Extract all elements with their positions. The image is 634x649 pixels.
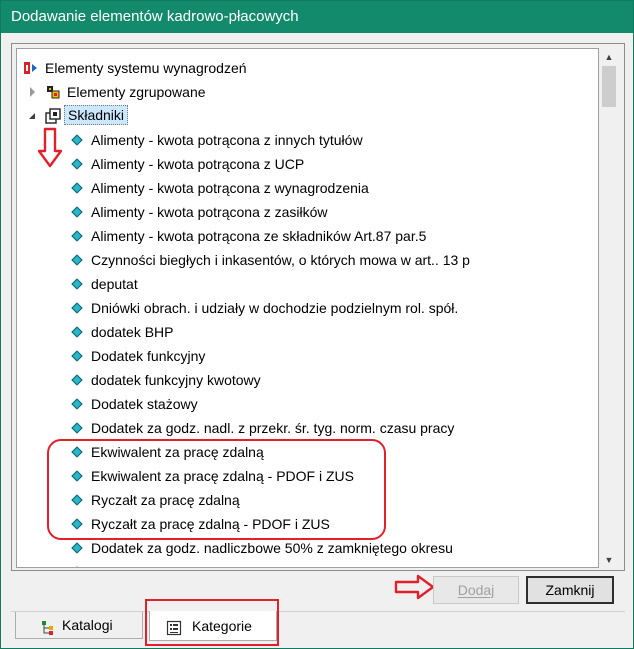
list-item-label: Alimenty - kwota potrącona z wynagrodzen… (91, 180, 369, 196)
category-icon (166, 618, 182, 645)
list-item[interactable]: Ryczałt za pracę zdalną - PDOF i ZUS (17, 513, 597, 535)
component-diamond-icon (71, 302, 83, 314)
list-item[interactable]: Dodatek za godz. nadl. z przekr. śr. tyg… (17, 417, 597, 439)
expand-arrow-icon[interactable] (30, 87, 35, 97)
vertical-scrollbar[interactable]: ▲ ▼ (600, 48, 618, 568)
tab-katalogi-label: Katalogi (62, 617, 113, 633)
list-item-label: Ryczałt za pracę zdalną (91, 492, 240, 508)
list-item-label: Alimenty - kwota potrącona z UCP (91, 156, 305, 172)
close-button-label: Zamknij (545, 582, 595, 598)
tab-kategorie[interactable]: Kategorie (149, 611, 277, 641)
component-diamond-icon (71, 494, 83, 506)
red-down-arrow-icon (37, 127, 63, 172)
list-item[interactable]: Alimenty - kwota potrącona z zasiłków (17, 201, 597, 223)
component-diamond-icon (71, 134, 83, 146)
list-item[interactable]: Dodatek stażowy (17, 393, 597, 415)
tab-katalogi[interactable]: Katalogi (15, 612, 143, 639)
list-item-label: Dodatek stażowy (91, 396, 198, 412)
list-item[interactable]: dodatek BHP (17, 321, 597, 343)
component-diamond-icon (71, 278, 83, 290)
payroll-system-icon (23, 60, 39, 76)
list-item[interactable]: Ekwiwalent za pracę zdalną (17, 441, 597, 463)
list-item-label: Dniówki obrach. i udziały w dochodzie po… (91, 300, 459, 316)
add-button-label: Dodaj (457, 582, 495, 598)
list-item[interactable]: Alimenty - kwota potrącona z UCP (17, 153, 597, 175)
list-item-label: Dodatek za godz. nadl. z przekr. śr. tyg… (91, 420, 455, 436)
catalog-icon (40, 618, 56, 645)
list-item-label: Alimenty - kwota potrącona z zasiłków (91, 204, 328, 220)
component-diamond-icon (71, 350, 83, 362)
list-item-label: Czynności biegłych i inkasentów, o który… (91, 252, 470, 268)
list-item[interactable]: Dodatek funkcyjny (17, 345, 597, 367)
list-item[interactable]: dopłaty świąteczne (17, 561, 597, 567)
component-diamond-icon (71, 158, 83, 170)
component-diamond-icon (71, 566, 83, 567)
tab-kategorie-label: Kategorie (192, 618, 252, 634)
collapse-arrow-icon[interactable] (29, 113, 35, 119)
tree-node-components-label: Składniki (64, 105, 129, 125)
list-item-label: Dodatek funkcyjny (91, 348, 206, 364)
component-diamond-icon (71, 542, 83, 554)
component-diamond-icon (71, 422, 83, 434)
add-button[interactable]: Dodaj (433, 576, 519, 604)
tree-node-grouped-label: Elementy zgrupowane (67, 84, 206, 100)
list-item-label: Ekwiwalent za pracę zdalną - PDOF i ZUS (91, 468, 354, 484)
scroll-thumb[interactable] (602, 66, 616, 107)
component-diamond-icon (71, 206, 83, 218)
component-diamond-icon (71, 230, 83, 242)
red-right-arrow-icon (394, 573, 436, 604)
component-diamond-icon (71, 374, 83, 386)
list-item[interactable]: Ryczałt za pracę zdalną (17, 489, 597, 511)
tree-node-components[interactable]: Składniki (17, 105, 597, 127)
component-diamond-icon (71, 446, 83, 458)
component-diamond-icon (71, 326, 83, 338)
tree-root-label: Elementy systemu wynagrodzeń (45, 60, 247, 76)
list-item[interactable]: Czynności biegłych i inkasentów, o który… (17, 249, 597, 271)
list-item[interactable]: Ekwiwalent za pracę zdalną - PDOF i ZUS (17, 465, 597, 487)
tree-root-row[interactable]: Elementy systemu wynagrodzeń (17, 57, 597, 79)
tree-panel: Elementy systemu wynagrodzeń Elementy zg… (11, 43, 625, 571)
list-item-label: Alimenty - kwota potrącona ze składników… (91, 228, 427, 244)
list-item-label: dodatek funkcyjny kwotowy (91, 372, 261, 388)
list-item[interactable]: Dniówki obrach. i udziały w dochodzie po… (17, 297, 597, 319)
list-item[interactable]: Dodatek za godz. nadliczbowe 50% z zamkn… (17, 537, 597, 559)
list-item-label: Alimenty - kwota potrącona z innych tytu… (91, 132, 363, 148)
list-item[interactable]: Alimenty - kwota potrącona z wynagrodzen… (17, 177, 597, 199)
scroll-down-button[interactable]: ▼ (600, 551, 618, 568)
tree-node-grouped[interactable]: Elementy zgrupowane (17, 81, 597, 103)
component-diamond-icon (71, 518, 83, 530)
list-item[interactable]: deputat (17, 273, 597, 295)
dialog-window: Dodawanie elementów kadrowo-płacowych El… (0, 0, 634, 649)
list-item-label: dodatek BHP (91, 324, 174, 340)
list-item-label: dopłaty świąteczne (91, 561, 209, 567)
window-title: Dodawanie elementów kadrowo-płacowych (1, 1, 633, 33)
scroll-up-button[interactable]: ▲ (600, 48, 618, 65)
component-diamond-icon (71, 254, 83, 266)
list-item-label: Dodatek za godz. nadliczbowe 50% z zamkn… (91, 540, 453, 556)
component-diamond-icon (71, 398, 83, 410)
list-item-label: deputat (91, 276, 138, 292)
close-button[interactable]: Zamknij (526, 576, 614, 604)
list-item[interactable]: Alimenty - kwota potrącona ze składników… (17, 225, 597, 247)
list-item[interactable]: Alimenty - kwota potrącona z innych tytu… (17, 129, 597, 151)
list-item-label: Ekwiwalent za pracę zdalną (91, 444, 264, 460)
component-diamond-icon (71, 470, 83, 482)
components-icon (45, 108, 61, 124)
component-diamond-icon (71, 182, 83, 194)
grouped-elements-icon (45, 84, 61, 100)
elements-tree[interactable]: Elementy systemu wynagrodzeń Elementy zg… (16, 48, 599, 568)
list-item[interactable]: dodatek funkcyjny kwotowy (17, 369, 597, 391)
list-item-label: Ryczałt za pracę zdalną - PDOF i ZUS (91, 516, 330, 532)
